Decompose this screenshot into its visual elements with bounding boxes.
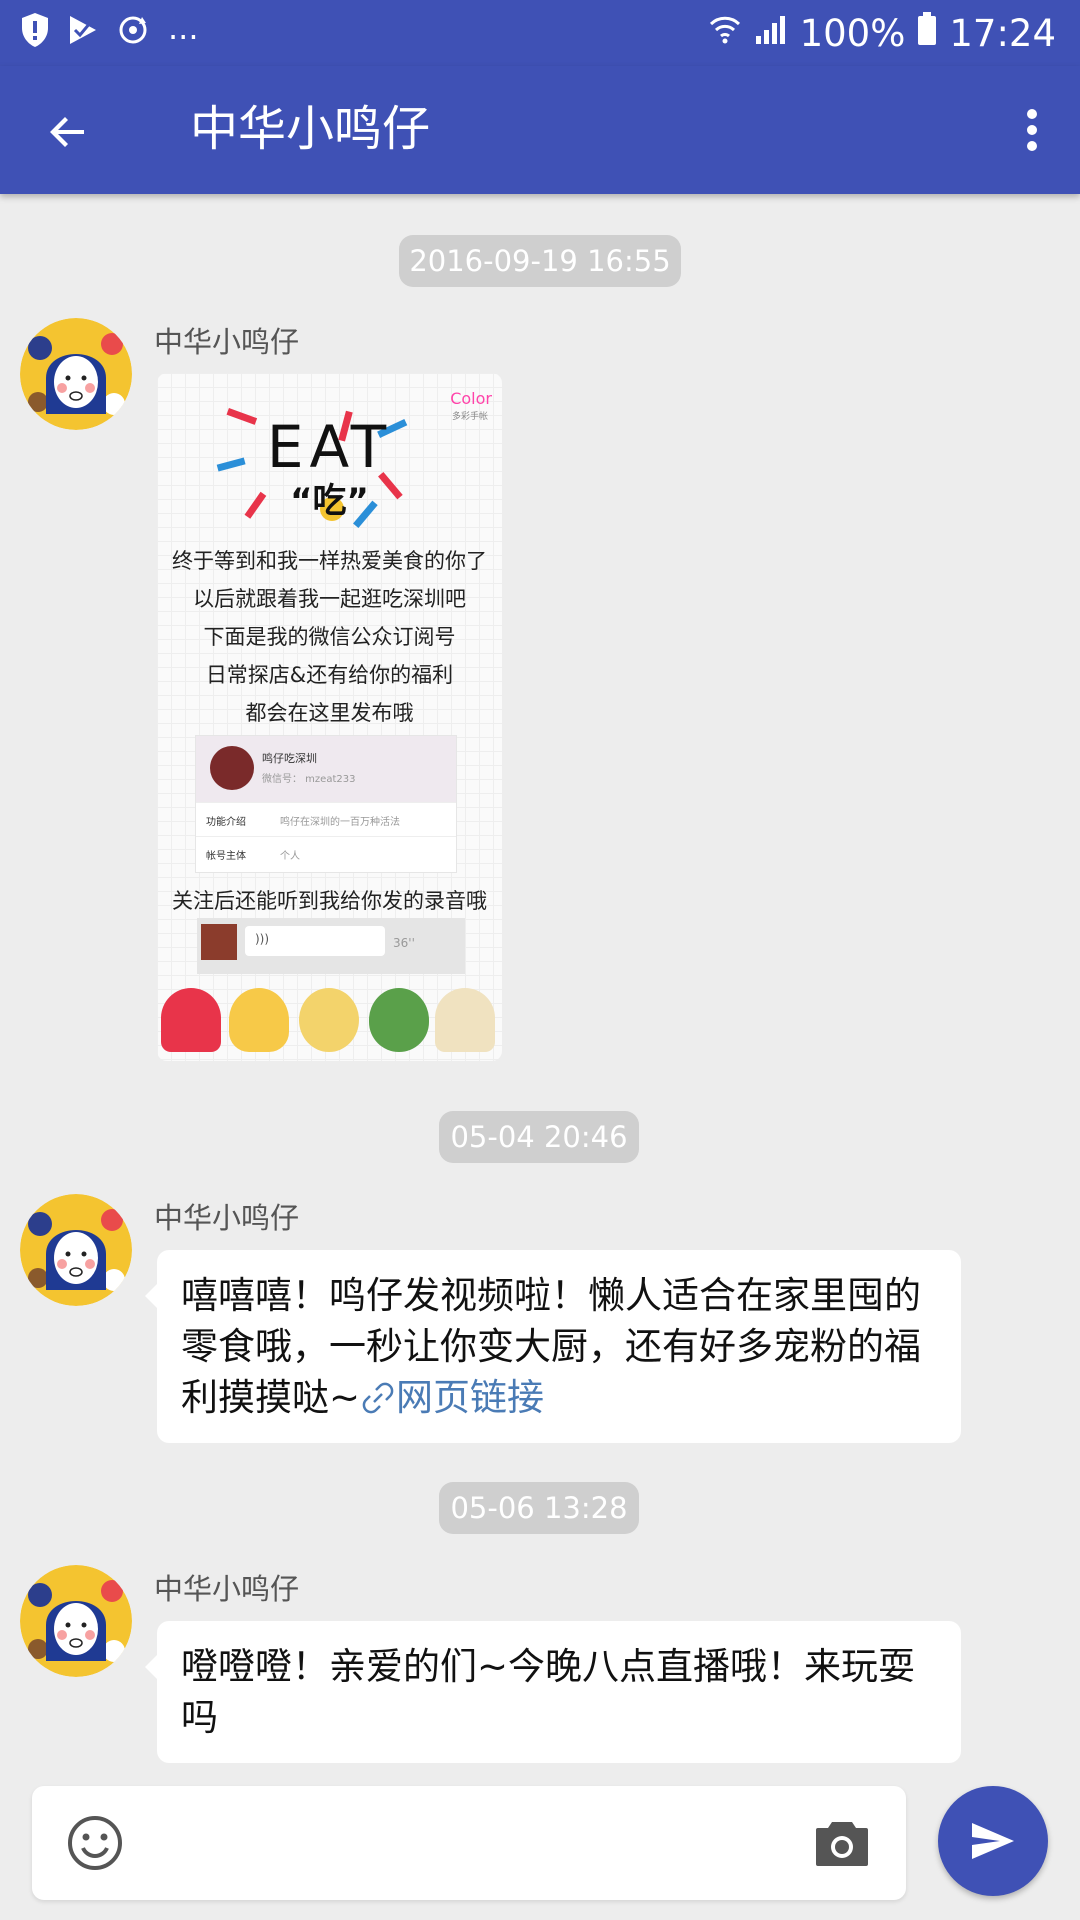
voice-avatar bbox=[201, 924, 237, 960]
status-right: 100% 17:24 bbox=[708, 8, 1056, 58]
send-icon bbox=[972, 1823, 1014, 1859]
poster-headline-sub: “吃” bbox=[290, 481, 369, 521]
camera-icon bbox=[816, 1822, 868, 1866]
sender-name: 中华小鸣仔 bbox=[154, 1201, 300, 1235]
camera-button[interactable] bbox=[814, 1816, 870, 1870]
web-link[interactable]: 网页链接 bbox=[360, 1376, 544, 1419]
battery-percent: 100% bbox=[799, 11, 906, 55]
sync-icon bbox=[116, 13, 150, 51]
profile-card-avatar bbox=[210, 746, 254, 790]
avatar[interactable] bbox=[20, 1565, 132, 1677]
arrow-back-icon bbox=[50, 117, 84, 147]
status-left-icons: ... bbox=[20, 12, 199, 52]
message-input-box[interactable] bbox=[32, 1786, 906, 1900]
message-input[interactable] bbox=[152, 1806, 792, 1880]
wifi-icon bbox=[708, 12, 742, 55]
poster-line: 以后就跟着我一起逛吃深圳吧 bbox=[193, 587, 466, 611]
message-text: 嘻嘻嘻！鸣仔发视频啦！懒人适合在家里囤的零食哦，一秒让你变大厨，还有好多宠粉的福… bbox=[157, 1250, 961, 1443]
voice-bar: ))) bbox=[245, 926, 385, 956]
clock: 17:24 bbox=[949, 11, 1056, 55]
row-value: 个人 bbox=[280, 851, 300, 862]
text-message-bubble[interactable]: 噔噔噔！亲爱的们~今晚八点直播哦！来玩耍吗 bbox=[145, 1621, 961, 1763]
poster-line: 日常探店&还有给你的福利 bbox=[205, 663, 454, 687]
image-message[interactable]: Color 多彩手帐 EAT “吃” 终于等到和我一样热爱美食的你了 以后就跟着… bbox=[157, 373, 502, 1061]
profile-card-row: 帐号主体 个人 bbox=[196, 836, 456, 870]
status-overflow: ... bbox=[168, 9, 199, 47]
voice-duration: 36'' bbox=[393, 936, 415, 950]
chat-title: 中华小鸣仔 bbox=[190, 101, 431, 157]
message-body: 嘻嘻嘻！鸣仔发视频啦！懒人适合在家里囤的零食哦，一秒让你变大厨，还有好多宠粉的福… bbox=[181, 1274, 921, 1419]
timestamp-chip: 05-04 20:46 bbox=[439, 1111, 639, 1163]
send-button[interactable] bbox=[938, 1786, 1048, 1896]
play-check-icon bbox=[68, 14, 98, 50]
profile-card-row: 功能介绍 鸣仔在深圳的一百万种活法 bbox=[196, 802, 456, 836]
food-illustration bbox=[435, 988, 495, 1052]
emoji-icon bbox=[68, 1816, 122, 1870]
battery-icon bbox=[917, 11, 937, 55]
poster-line: 终于等到和我一样热爱美食的你了 bbox=[172, 549, 487, 573]
food-illustration bbox=[369, 988, 429, 1052]
row-value: 鸣仔在深圳的一百万种活法 bbox=[280, 817, 400, 828]
food-illustration bbox=[161, 988, 221, 1052]
signal-icon bbox=[754, 12, 788, 55]
sender-name: 中华小鸣仔 bbox=[154, 325, 300, 359]
avatar[interactable] bbox=[20, 1194, 132, 1306]
more-options-button[interactable] bbox=[1012, 98, 1052, 162]
poster-line: 下面是我的微信公众订阅号 bbox=[203, 625, 456, 649]
link-icon bbox=[362, 1382, 394, 1414]
more-vert-icon bbox=[1027, 109, 1037, 151]
web-link-label: 网页链接 bbox=[396, 1376, 545, 1419]
back-button[interactable] bbox=[36, 100, 100, 164]
timestamp-chip: 05-06 13:28 bbox=[439, 1482, 639, 1534]
poster-headline: EAT bbox=[266, 413, 393, 481]
row-label: 帐号主体 bbox=[206, 851, 246, 862]
profile-card-id: 微信号： mzeat233 bbox=[262, 774, 356, 785]
app-bar: 中华小鸣仔 bbox=[0, 66, 1080, 194]
sender-name: 中华小鸣仔 bbox=[154, 1572, 300, 1606]
profile-card-name: 鸣仔吃深圳 bbox=[262, 752, 317, 765]
poster-footer-line: 关注后还能听到我给你发的录音哦 bbox=[172, 889, 487, 913]
row-label: 功能介绍 bbox=[206, 817, 246, 828]
emoji-button[interactable] bbox=[66, 1814, 124, 1872]
poster-line: 都会在这里发布哦 bbox=[245, 701, 414, 725]
profile-card: 鸣仔吃深圳 微信号： mzeat233 功能介绍 鸣仔在深圳的一百万种活法 帐号… bbox=[195, 735, 457, 873]
timestamp-chip: 2016-09-19 16:55 bbox=[399, 235, 681, 287]
status-bar: ... 100% 17:24 bbox=[0, 0, 1080, 66]
food-illustration bbox=[299, 988, 359, 1052]
shield-alert-icon bbox=[20, 12, 50, 52]
voice-wave-icon: ))) bbox=[255, 932, 270, 946]
message-text: 噔噔噔！亲爱的们~今晚八点直播哦！来玩耍吗 bbox=[181, 1645, 916, 1739]
text-message-bubble[interactable]: 嘻嘻嘻！鸣仔发视频啦！懒人适合在家里囤的零食哦，一秒让你变大厨，还有好多宠粉的福… bbox=[145, 1250, 961, 1443]
avatar[interactable] bbox=[20, 318, 132, 430]
food-illustration bbox=[229, 988, 289, 1052]
voice-preview: ))) 36'' bbox=[197, 918, 465, 974]
